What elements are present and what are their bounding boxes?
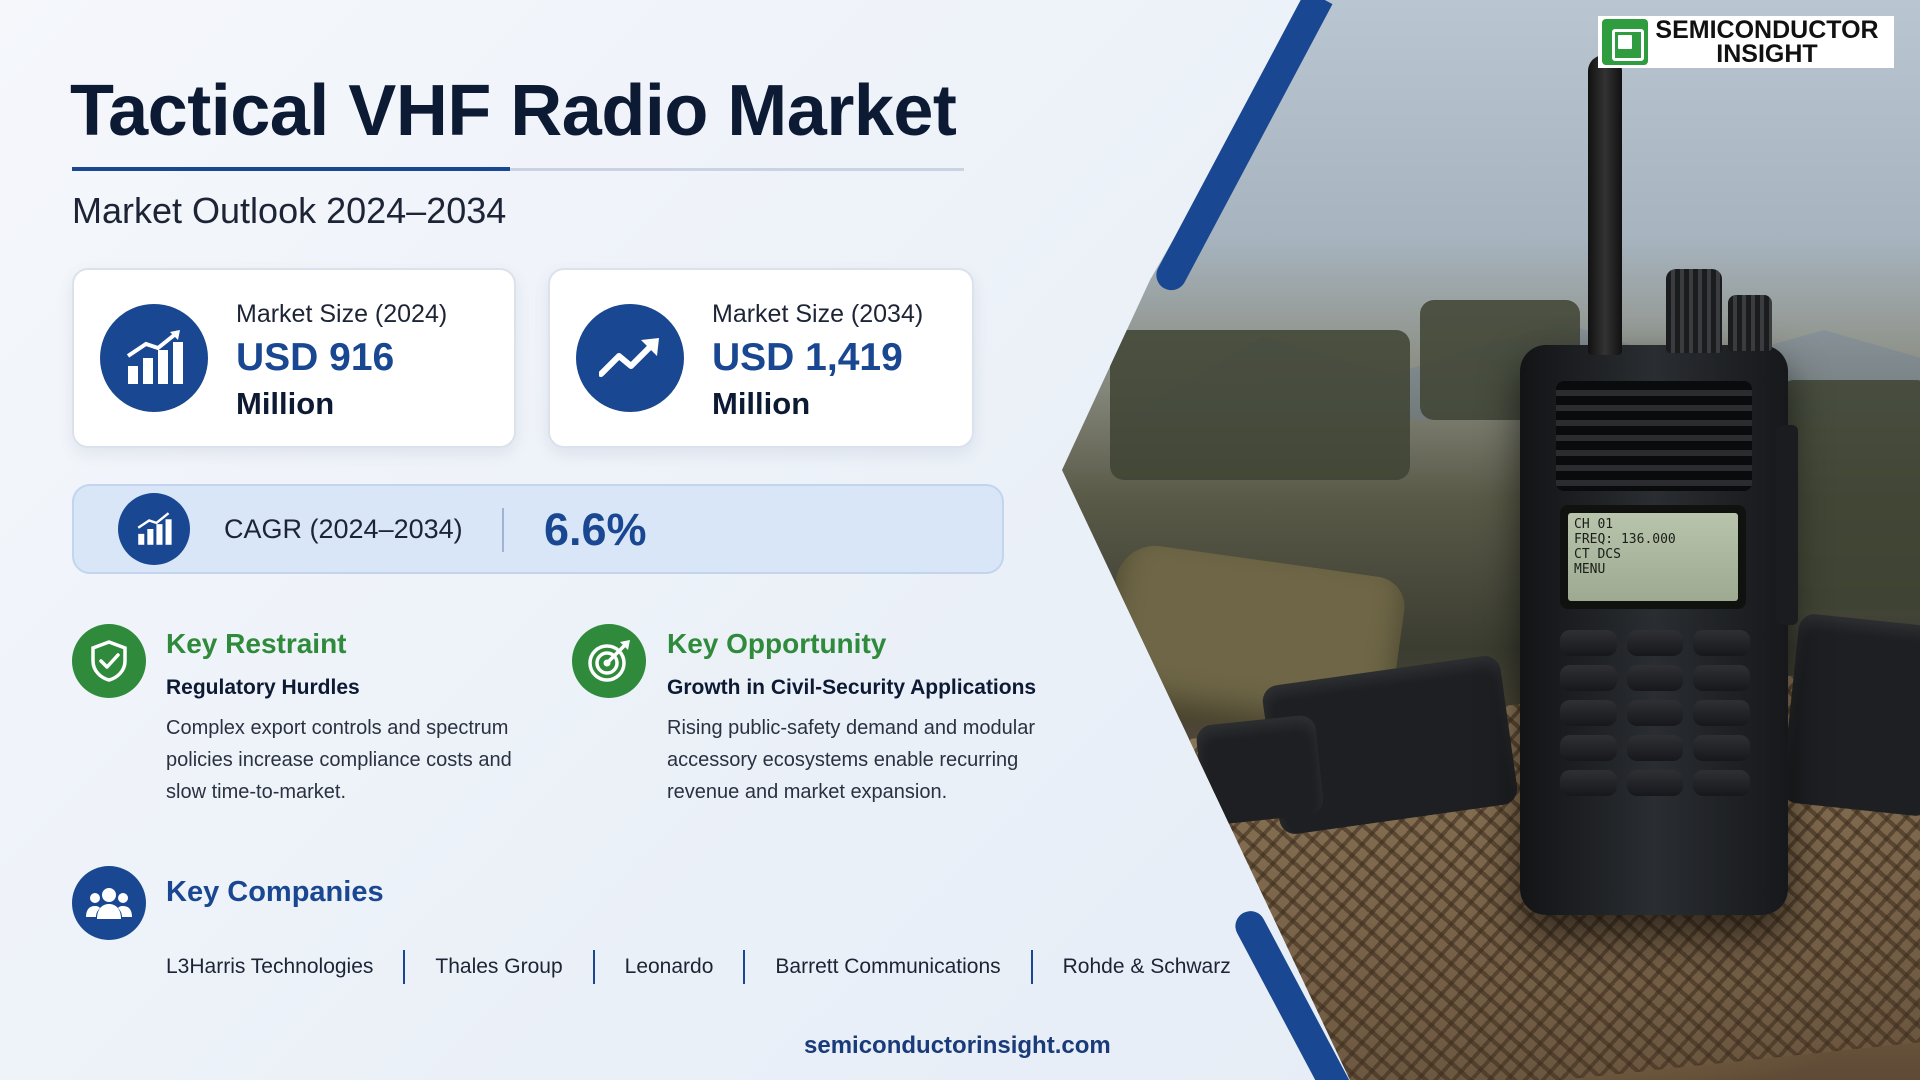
market-size-value: USD 1,419 (712, 336, 903, 379)
trend-up-arrow-icon (576, 304, 684, 412)
key-opportunity-body: Rising public-safety demand and modular … (667, 717, 1035, 803)
page-subtitle: Market Outlook 2024–2034 (72, 190, 507, 231)
speaker-grill (1556, 381, 1752, 491)
radio-battery (1780, 612, 1920, 818)
keypad-key (1560, 700, 1617, 726)
logo-text-line2: INSIGHT (1716, 40, 1818, 68)
military-vehicle (1110, 330, 1410, 480)
keypad-key (1560, 770, 1617, 796)
company-list: L3Harris Technologies Thales Group Leona… (166, 950, 1231, 984)
market-size-value: USD 916 (236, 336, 395, 379)
target-icon (572, 624, 646, 698)
cagr-value: 6.6% (544, 504, 647, 555)
vhf-radio-handset: CH 01 FREQ: 136.000 CT DCS MENU (1520, 55, 1798, 915)
market-size-unit: Million (236, 386, 335, 421)
keypad-key (1560, 665, 1617, 691)
radio-battery (1195, 714, 1325, 826)
bar-chart-growth-icon (100, 304, 208, 412)
key-restraint-heading: Key Restraint (166, 628, 347, 659)
company-name: Barrett Communications (775, 955, 1001, 978)
company-separator (592, 950, 595, 984)
brand-logo: SEMICONDUCTOR INSIGHT (1598, 16, 1894, 68)
display-line: FREQ: 136.000 (1574, 532, 1676, 547)
company-separator (403, 950, 406, 984)
title-divider (72, 167, 964, 171)
radio-keypad (1560, 630, 1750, 796)
company-separator (743, 950, 746, 984)
display-line: CH 01 (1574, 517, 1614, 532)
keypad-key (1626, 665, 1684, 691)
radio-display: CH 01 FREQ: 136.000 CT DCS MENU (1560, 505, 1746, 609)
cagr-divider (502, 508, 504, 552)
website-link[interactable]: semiconductorinsight.com (804, 1032, 1111, 1060)
key-restraint-body: Complex export controls and spectrum pol… (166, 717, 512, 803)
radio-side-buttons (1776, 425, 1798, 625)
key-restraint-subheading: Regulatory Hurdles (166, 676, 360, 699)
market-size-unit: Million (712, 386, 811, 421)
keypad-key (1693, 700, 1750, 726)
infographic-canvas: CH 01 FREQ: 136.000 CT DCS MENU SEMICOND… (0, 0, 1920, 1080)
market-size-label: Market Size (2034) (712, 300, 924, 328)
company-name: L3Harris Technologies (166, 955, 374, 978)
key-opportunity-heading: Key Opportunity (667, 628, 887, 659)
company-name: Thales Group (435, 955, 563, 978)
display-line: CT DCS (1574, 547, 1621, 562)
military-vehicle (1780, 380, 1920, 610)
bar-chart-growth-icon (118, 493, 190, 565)
keypad-key (1626, 630, 1684, 656)
keypad-key (1693, 735, 1750, 761)
keypad-key (1693, 770, 1750, 796)
radio-antenna (1588, 55, 1622, 355)
key-companies-heading: Key Companies (166, 876, 384, 908)
keypad-key (1560, 630, 1617, 656)
shield-check-icon (72, 624, 146, 698)
market-size-2034-card: Market Size (2034) USD 1,419 Million (548, 268, 974, 448)
chip-icon (1602, 19, 1648, 65)
company-name: Rohde & Schwarz (1062, 955, 1231, 978)
logo-text-line1: SEMICONDUCTOR (1655, 16, 1879, 44)
keypad-key (1626, 700, 1684, 726)
keypad-key (1693, 630, 1750, 656)
key-opportunity-subheading: Growth in Civil-Security Applications (667, 676, 1037, 699)
market-size-label: Market Size (2024) (236, 300, 448, 328)
page-title: Tactical VHF Radio Market (70, 71, 957, 151)
keypad-key (1626, 770, 1684, 796)
company-separator (1030, 950, 1033, 984)
keypad-key (1693, 665, 1750, 691)
company-name: Leonardo (624, 955, 714, 978)
radio-knob (1728, 295, 1772, 351)
keypad-key (1626, 735, 1684, 761)
cagr-banner: CAGR (2024–2034) 6.6% (72, 484, 1004, 574)
keypad-key (1560, 735, 1617, 761)
cagr-label: CAGR (2024–2034) (224, 514, 463, 544)
radio-knob (1666, 269, 1722, 353)
people-group-icon (72, 866, 146, 940)
display-line: MENU (1574, 562, 1606, 577)
market-size-2024-card: Market Size (2024) USD 916 Million (72, 268, 516, 448)
